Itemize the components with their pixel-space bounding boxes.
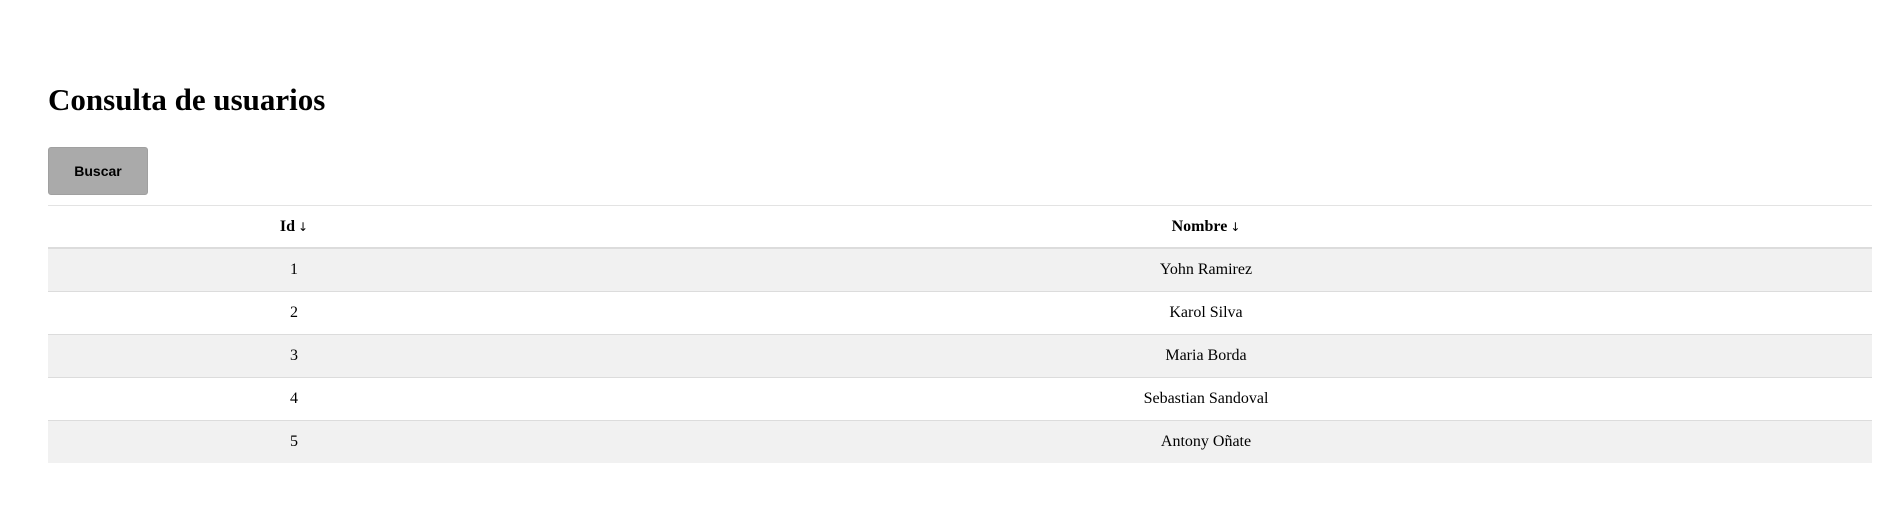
cell-id: 5	[290, 433, 298, 450]
cell-id: 3	[48, 334, 540, 378]
column-header-label: Id	[279, 217, 296, 235]
cell-id: 4	[48, 377, 540, 421]
table-row: 1 Yohn Ramirez	[48, 248, 1872, 292]
column-header-label: Nombre	[1171, 217, 1228, 235]
table-row: 4 Sebastian Sandoval	[48, 377, 1872, 421]
column-header-name[interactable]: Nombre ↓	[540, 206, 1872, 249]
column-header-id[interactable]: Id ↓	[48, 206, 540, 249]
users-table: Id ↓ Nombre ↓ 1 Yohn Ramirez 2 Karol Silva…	[48, 205, 1872, 463]
table-row: 5 Antony Oñate	[48, 420, 1872, 463]
cell-id: 2	[48, 291, 540, 335]
search-button[interactable]: Buscar	[48, 147, 148, 195]
cell-name: Karol Silva	[540, 291, 1872, 335]
table-header-row: Id ↓ Nombre ↓	[48, 205, 1872, 249]
cell-name: Sebastian Sandoval	[540, 377, 1872, 421]
cell-name: Antony Oñate	[1160, 433, 1252, 450]
page: Consulta de usuarios Buscar Id ↓ Nombre ↓ …	[0, 0, 1893, 523]
cell-name: Yohn Ramirez	[540, 248, 1872, 292]
sort-down-icon: ↓	[1230, 219, 1241, 234]
sort-down-icon: ↓	[298, 219, 309, 234]
table-row: 3 Maria Borda	[48, 334, 1872, 378]
page-title: Consulta de usuarios	[48, 82, 326, 117]
cell-id: 1	[48, 248, 540, 292]
cell-name: Maria Borda	[540, 334, 1872, 378]
table-row: 2 Karol Silva	[48, 291, 1872, 335]
